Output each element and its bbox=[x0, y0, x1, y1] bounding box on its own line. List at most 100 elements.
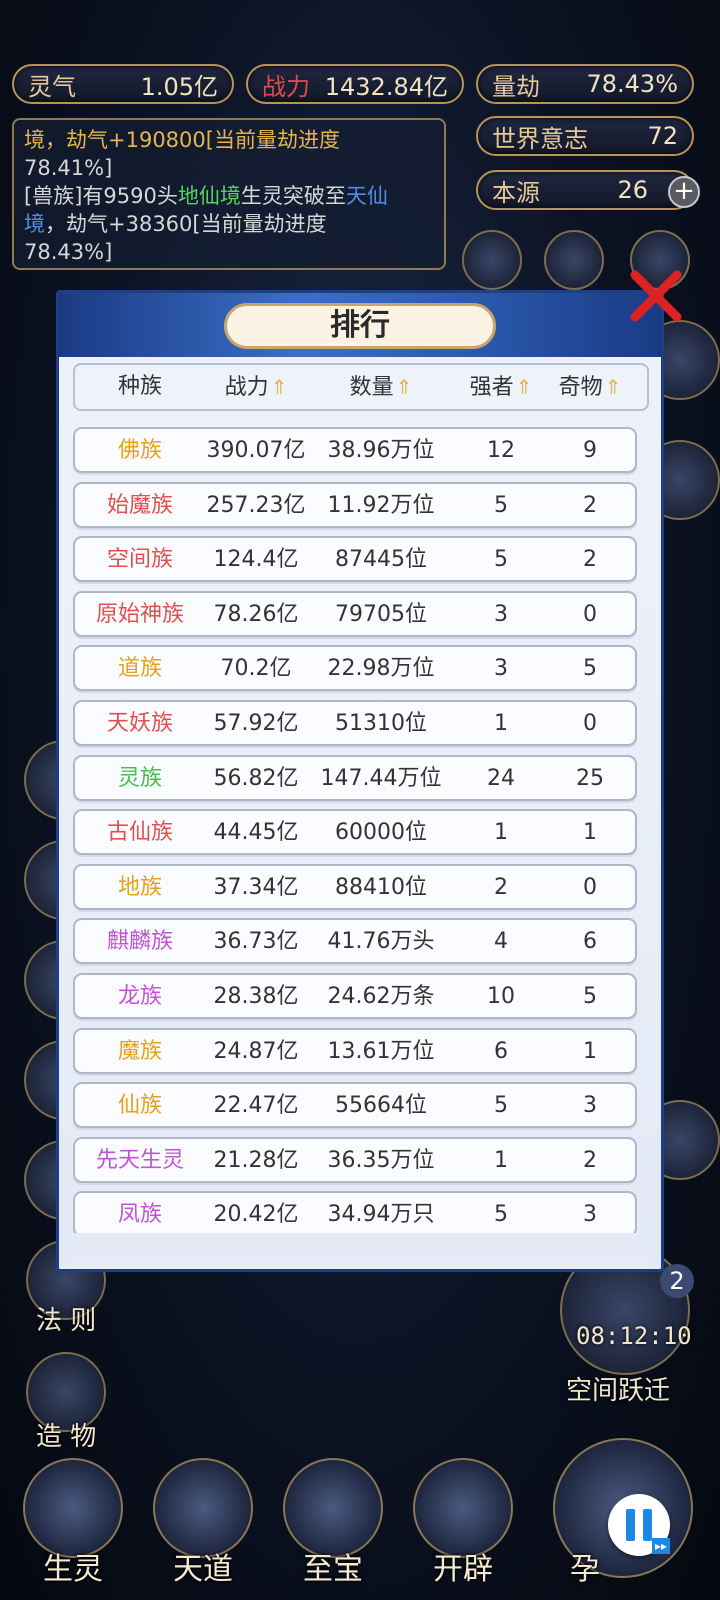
header-count-sort[interactable]: 数量 ⇑ bbox=[311, 373, 451, 402]
table-row[interactable]: 麒麟族 36.73亿 41.76万头 4 6 bbox=[73, 918, 637, 965]
space-jump-timer: 08:12:10 bbox=[576, 1322, 692, 1350]
race-name: 天妖族 bbox=[106, 711, 173, 736]
list-scroll-fade bbox=[73, 1253, 649, 1269]
nav-creature-button[interactable]: 生灵 bbox=[18, 1458, 128, 1588]
race-items: 2 bbox=[583, 492, 597, 518]
source-value: 26 bbox=[617, 176, 648, 204]
create-icon bbox=[413, 1458, 513, 1558]
table-row[interactable]: 天妖族 57.92亿 51310位 1 0 bbox=[73, 700, 637, 746]
race-name: 灵族 bbox=[117, 765, 162, 791]
log-line4a: 境 bbox=[24, 212, 45, 236]
nav-heaven-button[interactable]: 天道 bbox=[148, 1458, 258, 1588]
liangjie-pill[interactable]: 量劫 78.43% bbox=[476, 64, 694, 104]
header-strong-label: 强者 bbox=[469, 375, 514, 400]
race-items: 1 bbox=[583, 1038, 597, 1064]
race-name: 地族 bbox=[117, 874, 162, 900]
race-name: 龙族 bbox=[117, 984, 162, 1009]
table-row[interactable]: 地族 37.34亿 88410位 2 0 bbox=[73, 863, 637, 910]
table-row[interactable]: 佛族 390.07亿 38.96万位 12 9 bbox=[73, 427, 637, 473]
table-row[interactable]: 龙族 28.38亿 24.62万条 10 5 bbox=[73, 973, 637, 1019]
header-power-sort[interactable]: 战力 ⇑ bbox=[201, 373, 311, 402]
top-icon-2[interactable] bbox=[544, 230, 604, 290]
race-name: 原始神族 bbox=[95, 601, 184, 627]
table-row[interactable]: 空间族 124.4亿 87445位 5 2 bbox=[73, 536, 637, 583]
lingqi-pill: 灵气 1.05亿 bbox=[12, 64, 234, 104]
log-line3c: 生灵突破至 bbox=[240, 184, 346, 208]
nav-create-label: 开辟 bbox=[433, 1552, 493, 1587]
race-items: 9 bbox=[583, 438, 597, 463]
race-name: 佛族 bbox=[117, 438, 162, 463]
race-count: 13.61万位 bbox=[327, 1038, 435, 1064]
race-count: 55664位 bbox=[335, 1093, 427, 1119]
race-count: 22.98万位 bbox=[327, 656, 435, 682]
table-row[interactable]: 凤族 20.42亿 34.94万只 5 3 bbox=[73, 1191, 637, 1233]
nav-treasure-button[interactable]: 至宝 bbox=[278, 1458, 388, 1588]
table-row[interactable]: 道族 70.2亿 22.98万位 3 5 bbox=[73, 645, 637, 692]
race-name: 麒麟族 bbox=[106, 929, 173, 955]
nav-create-button[interactable]: 开辟 bbox=[408, 1458, 518, 1588]
race-items: 2 bbox=[583, 547, 597, 573]
log-line3a: [兽族]有9590头 bbox=[24, 184, 178, 208]
world-will-pill[interactable]: 世界意志 72 bbox=[476, 116, 694, 156]
heaven-icon bbox=[153, 1458, 253, 1558]
race-strong: 5 bbox=[494, 1202, 508, 1228]
source-add-button[interactable]: + bbox=[668, 176, 700, 208]
sort-arrow-icon: ⇑ bbox=[395, 375, 413, 399]
zhanli-pill: 战力 1432.84亿 bbox=[246, 64, 464, 104]
race-strong: 5 bbox=[494, 1093, 508, 1119]
ranking-modal: 排行 种族 战力 ⇑ 数量 ⇑ 强者 ⇑ 奇物 ⇑ 佛族 390.07亿 38.96万位 12… bbox=[56, 290, 664, 1272]
nav-heaven-label: 天道 bbox=[173, 1552, 233, 1587]
race-count: 38.96万位 bbox=[327, 438, 435, 463]
race-name: 魔族 bbox=[117, 1038, 162, 1064]
ranking-list[interactable]: 佛族 390.07亿 38.96万位 12 9 始魔族 257.23亿 11.92万位 5 2 空间… bbox=[73, 427, 649, 1233]
race-items: 5 bbox=[583, 984, 597, 1009]
source-pill[interactable]: 本源 26 bbox=[476, 170, 694, 210]
race-name: 道族 bbox=[117, 656, 162, 682]
log-line2: 78.41%] bbox=[24, 156, 113, 180]
nav-treasure-label: 至宝 bbox=[303, 1552, 363, 1587]
treasure-icon bbox=[283, 1458, 383, 1558]
table-row[interactable]: 原始神族 78.26亿 79705位 3 0 bbox=[73, 590, 637, 637]
race-power: 21.28亿 bbox=[213, 1147, 299, 1173]
event-log: 境，劫气+190800[当前量劫进度 78.41%] [兽族]有9590头地仙境… bbox=[12, 118, 446, 270]
fast-forward-icon: ▸▸ bbox=[652, 1538, 670, 1554]
race-strong: 4 bbox=[494, 929, 508, 955]
close-button[interactable] bbox=[625, 265, 687, 327]
header-strong-sort[interactable]: 强者 ⇑ bbox=[461, 373, 541, 402]
top-icon-1[interactable] bbox=[462, 230, 522, 290]
close-icon bbox=[630, 270, 682, 322]
table-header: 种族 战力 ⇑ 数量 ⇑ 强者 ⇑ 奇物 ⇑ bbox=[73, 363, 649, 411]
race-items: 5 bbox=[583, 656, 597, 682]
header-count-label: 数量 bbox=[349, 375, 394, 400]
header-items-sort[interactable]: 奇物 ⇑ bbox=[545, 373, 635, 402]
table-row[interactable]: 先天生灵 21.28亿 36.35万位 1 2 bbox=[73, 1136, 637, 1183]
race-name: 凤族 bbox=[117, 1202, 162, 1228]
race-power: 124.4亿 bbox=[213, 547, 299, 573]
table-row[interactable]: 始魔族 257.23亿 11.92万位 5 2 bbox=[73, 481, 637, 528]
race-count: 87445位 bbox=[335, 547, 427, 573]
log-line3b: 地仙境 bbox=[177, 184, 241, 208]
lingqi-label: 灵气 bbox=[28, 72, 76, 101]
race-items: 3 bbox=[583, 1093, 597, 1119]
race-power: 24.87亿 bbox=[213, 1038, 299, 1064]
liangjie-label: 量劫 bbox=[492, 72, 540, 101]
sort-arrow-icon: ⇑ bbox=[270, 375, 288, 399]
race-count: 24.62万条 bbox=[327, 984, 435, 1009]
race-items: 2 bbox=[583, 1147, 597, 1173]
race-items: 3 bbox=[583, 1202, 597, 1228]
table-row[interactable]: 魔族 24.87亿 13.61万位 6 1 bbox=[73, 1027, 637, 1074]
race-count: 11.92万位 bbox=[327, 492, 435, 518]
race-count: 88410位 bbox=[335, 874, 427, 900]
race-name: 古仙族 bbox=[106, 820, 173, 846]
race-strong: 12 bbox=[487, 438, 515, 463]
table-row[interactable]: 灵族 56.82亿 147.44万位 24 25 bbox=[73, 754, 637, 801]
race-strong: 6 bbox=[494, 1038, 508, 1064]
pause-button[interactable]: ▸▸ bbox=[608, 1494, 670, 1556]
race-power: 44.45亿 bbox=[213, 820, 299, 846]
table-row[interactable]: 古仙族 44.45亿 60000位 1 1 bbox=[73, 809, 637, 856]
race-power: 36.73亿 bbox=[213, 929, 299, 955]
race-items: 6 bbox=[583, 929, 597, 955]
table-row[interactable]: 仙族 22.47亿 55664位 5 3 bbox=[73, 1082, 637, 1129]
race-items: 1 bbox=[583, 820, 597, 846]
race-power: 56.82亿 bbox=[213, 765, 299, 791]
